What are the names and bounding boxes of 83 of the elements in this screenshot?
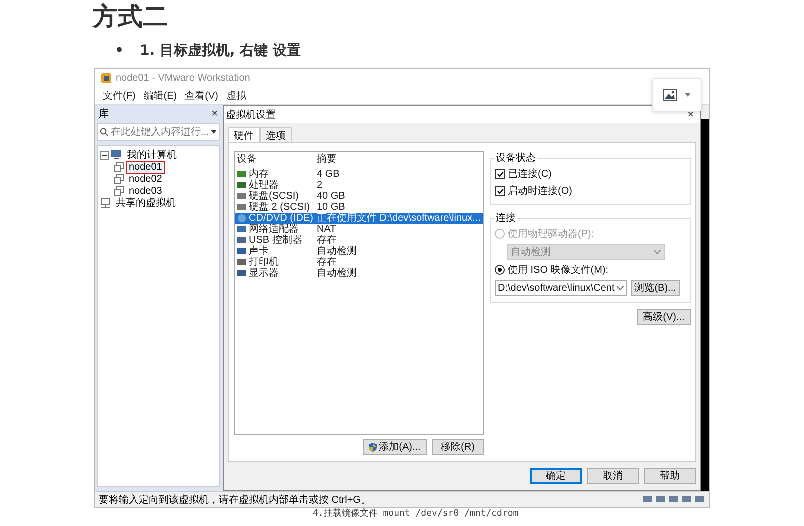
dialog-button[interactable]: 取消 [587, 468, 639, 484]
iso-path-field[interactable]: D:\dev\software\linux\Cent [495, 280, 627, 296]
checkbox[interactable] [495, 186, 505, 196]
device-row[interactable]: 打印机 存在 [235, 257, 483, 268]
menu-item[interactable]: 查看(V) [185, 88, 218, 102]
radio-label: 使用物理驱动器(P): [508, 228, 594, 241]
monitor-icon [111, 150, 122, 160]
device-row[interactable]: USB 控制器 存在 [235, 235, 483, 246]
device-name: 内存 [249, 169, 269, 180]
bullet-marker: • [115, 43, 124, 59]
dialog-button[interactable]: 帮助 [644, 468, 696, 484]
caret-icon [616, 286, 624, 290]
checkbox-label: 启动时连接(O) [508, 184, 572, 198]
device-summary: 正在使用文件 D:\dev\software\linux... [317, 213, 481, 224]
device-summary: 自动检测 [317, 268, 357, 279]
device-row[interactable]: 显示器 自动检测 [235, 268, 483, 279]
tree-item[interactable]: node01 [126, 160, 166, 174]
step-text: 4.挂载镜像文件 mount /dev/sr0 /mnt/cdrom [312, 508, 520, 520]
device-summary: 存在 [317, 235, 337, 246]
device-summary: 存在 [317, 257, 337, 268]
group-title: 连接 [495, 212, 517, 225]
tree-item[interactable]: node02 [126, 172, 166, 186]
device-name: 硬盘 2 (SCSI) [249, 202, 310, 213]
device-row[interactable]: 处理器 2 [235, 180, 483, 191]
device-row[interactable]: 内存 4 GB [235, 169, 483, 180]
image-icon [663, 89, 677, 101]
radio-label: 使用 ISO 映像文件(M): [508, 264, 609, 277]
status-text: 要将输入定向到该虚拟机，请在虚拟机内部单击或按 Ctrl+G。 [99, 494, 371, 506]
device-summary: 4 GB [317, 169, 340, 180]
tree-item[interactable]: 共享的虚拟机 [113, 196, 179, 210]
caret-icon [685, 93, 691, 97]
collapse-toggle[interactable] [100, 150, 109, 160]
tree-item[interactable]: 我的计算机 [124, 148, 180, 162]
shared-vm-icon [100, 198, 111, 208]
close-button[interactable]: × [688, 108, 694, 120]
section-heading: 方式二 [93, 1, 169, 33]
menu-item[interactable]: 虚拟 [226, 88, 246, 102]
shield-icon [369, 442, 378, 452]
add-button[interactable]: 添加(A)... [363, 439, 427, 455]
disc-icon [237, 214, 247, 223]
search-icon [100, 128, 109, 136]
checkbox-label: 已连接(C) [508, 168, 552, 181]
device-row[interactable]: 硬盘 2 (SCSI) 10 GB [235, 202, 483, 213]
tab[interactable]: 选项 [260, 127, 292, 143]
device-row[interactable]: 硬盘(SCSI) 40 GB [235, 191, 483, 202]
column-header: 设备 [236, 153, 258, 167]
window-title: node01 - VMware Workstation [116, 72, 250, 84]
browse-button[interactable]: 浏览(B)... [630, 280, 680, 296]
panel-title: 库 [99, 108, 109, 121]
close-button[interactable]: × [212, 108, 218, 120]
device-summary: 40 GB [317, 191, 346, 202]
device-summary: 自动检测 [317, 246, 357, 257]
device-summary: 2 [317, 180, 323, 191]
image-toolbar[interactable] [652, 78, 702, 112]
device-name: USB 控制器 [249, 235, 302, 246]
device-name: 声卡 [249, 246, 269, 257]
device-summary: NAT [317, 224, 336, 235]
device-name: 处理器 [249, 180, 279, 191]
checkbox[interactable] [495, 169, 505, 179]
device-row[interactable]: CD/DVD (IDE) 正在使用文件 D:\dev\software\linux... [235, 213, 483, 224]
device-name: 打印机 [249, 257, 279, 268]
caret-icon [654, 250, 661, 254]
radio-button[interactable] [495, 265, 505, 275]
menu-item[interactable]: 文件(F) [103, 88, 136, 102]
tab[interactable]: 硬件 [228, 127, 260, 143]
remove-button[interactable]: 移除(R) [432, 439, 484, 455]
device-row[interactable]: 声卡 自动检测 [235, 246, 483, 257]
app-icon [101, 72, 112, 84]
caret-icon [211, 130, 217, 134]
advanced-button[interactable]: 高级(V)... [637, 309, 691, 325]
menu-item[interactable]: 编辑(E) [144, 88, 178, 102]
group-title: 设备状态 [495, 152, 537, 165]
device-name: 硬盘(SCSI) [249, 191, 299, 202]
step-text: 1. 目标虚拟机, 右键 设置 [140, 42, 301, 60]
device-name: 显示器 [249, 268, 279, 279]
dialog-button[interactable]: 确定 [530, 468, 582, 484]
device-summary: 10 GB [317, 202, 346, 213]
device-name: CD/DVD (IDE) [249, 213, 314, 224]
device-name: 网络适配器 [249, 224, 299, 235]
dialog-title: 虚拟机设置 [226, 108, 276, 122]
tree-item[interactable]: node03 [126, 184, 166, 198]
column-header: 摘要 [316, 152, 338, 167]
device-row[interactable]: 网络适配器 NAT [235, 224, 483, 235]
